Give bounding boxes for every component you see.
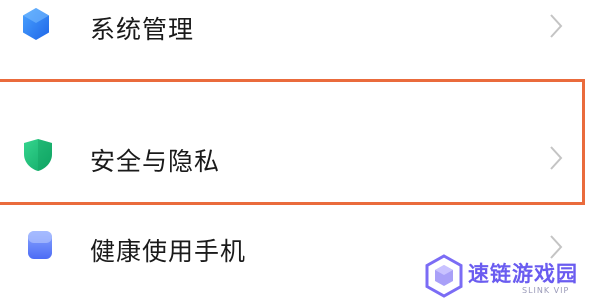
chevron-right-icon bbox=[548, 145, 564, 171]
settings-item-system-management[interactable]: 系统管理 bbox=[0, 0, 600, 55]
settings-item-label: 安全与隐私 bbox=[90, 147, 221, 176]
settings-item-security-privacy[interactable]: 安全与隐私 bbox=[0, 110, 600, 205]
system-hexagon-icon bbox=[21, 7, 51, 41]
watermark-title: 速链游戏园 bbox=[468, 262, 578, 286]
cube-logo-icon bbox=[424, 254, 464, 298]
chevron-right-icon bbox=[548, 13, 564, 39]
watermark: 速链游戏园 SLINK VIP bbox=[420, 252, 596, 302]
shield-icon bbox=[23, 138, 53, 172]
watermark-subtitle: SLINK VIP bbox=[522, 286, 570, 295]
settings-item-label: 系统管理 bbox=[90, 15, 195, 44]
phone-health-icon bbox=[27, 230, 53, 260]
settings-item-label: 健康使用手机 bbox=[90, 237, 247, 266]
